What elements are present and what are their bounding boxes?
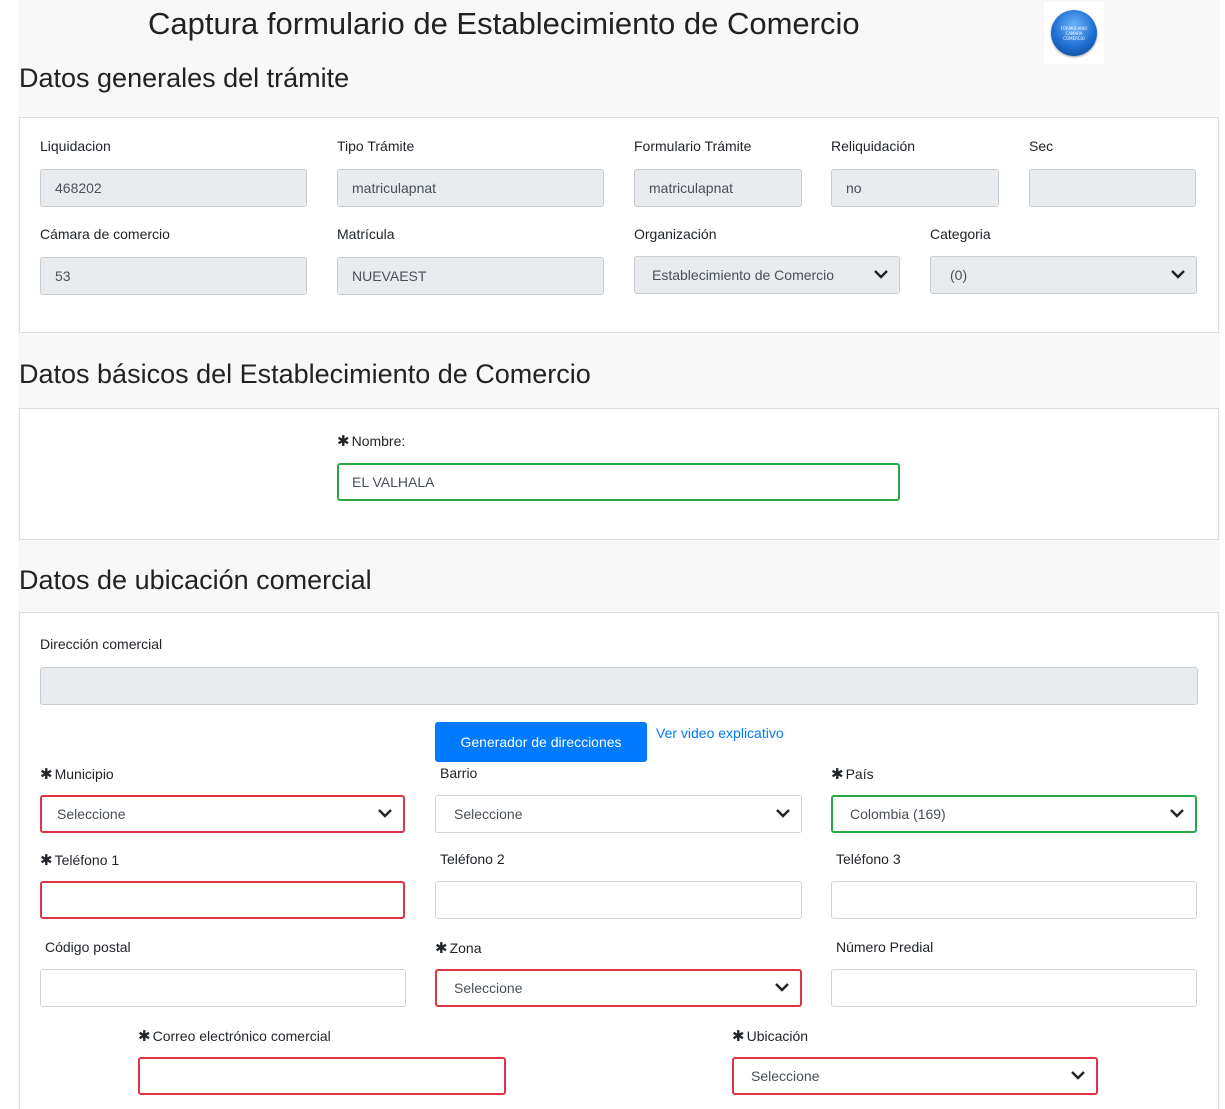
logo-text: FORMULARIO CAMARA COMERCIO	[1060, 25, 1088, 41]
section-title-basicos: Datos básicos del Establecimiento de Com…	[19, 359, 591, 389]
label-municipio: ✱ Municipio	[40, 766, 114, 783]
sec-field[interactable]	[1029, 169, 1196, 207]
label-ubicacion: ✱ Ubicación	[732, 1028, 809, 1045]
label-matricula: Matrícula	[337, 226, 395, 242]
direccion-field[interactable]	[40, 667, 1198, 705]
telefono3-field[interactable]	[831, 881, 1197, 919]
label-numero-predial: Número Predial	[836, 939, 934, 955]
required-icon: ✱	[138, 1028, 151, 1045]
numero-predial-field[interactable]	[831, 969, 1197, 1007]
chevron-down-icon	[1071, 1071, 1085, 1080]
formulario-tramite-field[interactable]: matriculapnat	[634, 169, 802, 207]
section-title-ubicacion: Datos de ubicación comercial	[19, 565, 372, 595]
telefono1-field[interactable]	[40, 881, 405, 919]
video-explicativo-link[interactable]: Ver video explicativo	[656, 725, 784, 741]
camara-field[interactable]: 53	[40, 257, 307, 295]
label-telefono3: Teléfono 3	[836, 851, 901, 867]
organizacion-select[interactable]: Establecimiento de Comercio	[634, 256, 900, 294]
chevron-down-icon	[776, 809, 790, 818]
ubicacion-value: Seleccione	[751, 1068, 820, 1084]
required-icon: ✱	[40, 852, 53, 869]
generador-direcciones-button[interactable]: Generador de direcciones	[435, 722, 647, 762]
organizacion-value: Establecimiento de Comercio	[652, 267, 835, 283]
chevron-down-icon	[775, 983, 789, 992]
label-pais: ✱ País	[831, 766, 874, 783]
label-direccion: Dirección comercial	[40, 636, 163, 652]
barrio-value: Seleccione	[454, 806, 523, 822]
chevron-down-icon	[1171, 270, 1185, 279]
required-icon: ✱	[337, 433, 350, 450]
required-icon: ✱	[831, 766, 844, 783]
label-nombre: ✱ Nombre:	[337, 433, 406, 450]
label-barrio: Barrio	[440, 765, 478, 781]
label-liquidacion: Liquidacion	[40, 138, 111, 154]
categoria-select[interactable]: (0)	[930, 256, 1197, 294]
label-categoria: Categoria	[930, 226, 991, 242]
municipio-select[interactable]: Seleccione	[40, 795, 405, 833]
telefono2-field[interactable]	[435, 881, 802, 919]
categoria-value: (0)	[950, 267, 968, 283]
pais-select[interactable]: Colombia (169)	[831, 795, 1197, 833]
pais-value: Colombia (169)	[850, 806, 946, 822]
label-telefono1: ✱ Teléfono 1	[40, 852, 120, 869]
reliquidacion-field[interactable]: no	[831, 169, 999, 207]
label-organizacion: Organización	[634, 226, 717, 242]
required-icon: ✱	[435, 940, 448, 957]
label-correo: ✱ Correo electrónico comercial	[138, 1028, 331, 1045]
label-reliquidacion: Reliquidación	[831, 138, 916, 154]
required-icon: ✱	[40, 766, 53, 783]
nombre-field[interactable]: EL VALHALA	[337, 463, 900, 501]
required-icon: ✱	[732, 1028, 745, 1045]
zona-select[interactable]: Seleccione	[435, 969, 802, 1007]
tipo-tramite-field[interactable]: matriculapnat	[337, 169, 604, 207]
liquidacion-field[interactable]: 468202	[40, 169, 307, 207]
label-codigo-postal: Código postal	[45, 939, 131, 955]
correo-field[interactable]	[138, 1057, 506, 1095]
logo: FORMULARIO CAMARA COMERCIO	[1044, 2, 1104, 64]
section-title-general: Datos generales del trámite	[19, 63, 350, 93]
matricula-field[interactable]: NUEVAEST	[337, 257, 604, 295]
chevron-down-icon	[1170, 809, 1184, 818]
municipio-value: Seleccione	[57, 806, 126, 822]
label-telefono2: Teléfono 2	[440, 851, 505, 867]
chevron-down-icon	[378, 809, 392, 818]
label-zona: ✱ Zona	[435, 940, 482, 957]
page-title: Captura formulario de Establecimiento de…	[148, 6, 860, 41]
chevron-down-icon	[874, 270, 888, 279]
codigo-postal-field[interactable]	[40, 969, 406, 1007]
barrio-select[interactable]: Seleccione	[435, 795, 802, 833]
zona-value: Seleccione	[454, 980, 523, 996]
label-tipo-tramite: Tipo Trámite	[337, 138, 415, 154]
chamber-logo-icon: FORMULARIO CAMARA COMERCIO	[1051, 10, 1097, 56]
label-camara: Cámara de comercio	[40, 226, 170, 242]
ubicacion-select[interactable]: Seleccione	[732, 1057, 1098, 1095]
label-formulario-tramite: Formulario Trámite	[634, 138, 752, 154]
label-sec: Sec	[1029, 138, 1054, 154]
